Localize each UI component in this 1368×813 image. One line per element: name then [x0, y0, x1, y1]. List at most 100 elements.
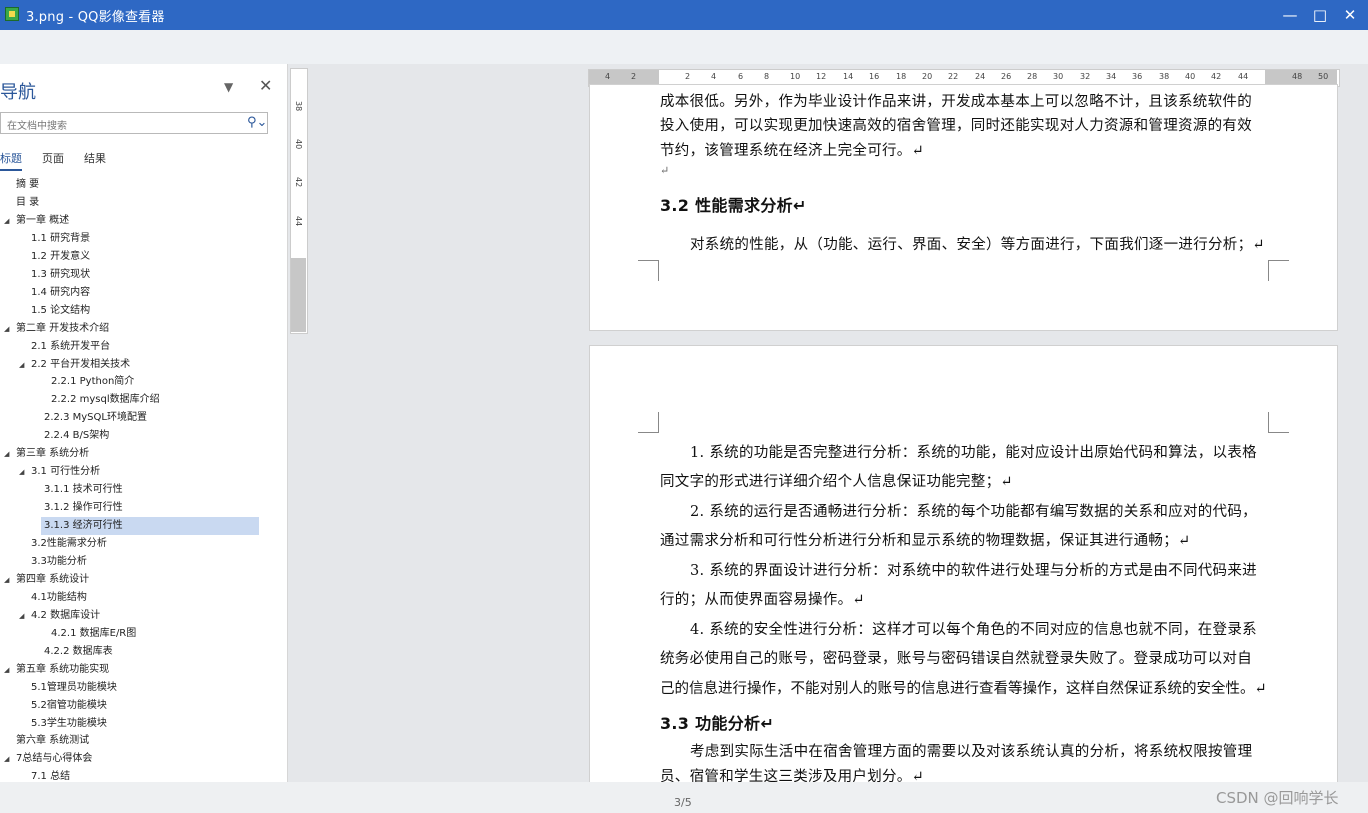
nav-heading-item[interactable]: 1.4 研究内容	[0, 284, 287, 302]
window-title: 3.png - QQ影像查看器	[26, 10, 165, 25]
doc-list-item: 通过需求分析和可行性分析进行分析和显示系统的物理数据，保证其进行通畅；↵	[660, 533, 1191, 549]
nav-heading-item[interactable]: ◢ 第四章 系统设计	[0, 571, 287, 589]
collapse-toggle-icon[interactable]: ◢	[4, 320, 9, 338]
search-placeholder: 在文档中搜索	[7, 121, 67, 132]
nav-heading-label: 第二章 开发技术介绍	[16, 322, 110, 334]
ruler-tick-label: 42	[1211, 72, 1222, 81]
nav-heading-item[interactable]: 1.3 研究现状	[0, 266, 287, 284]
nav-heading-label: 4.1功能结构	[31, 591, 87, 603]
nav-heading-label: 3.1.2 操作可行性	[44, 502, 123, 514]
ruler-tick-label: 44	[294, 216, 303, 227]
tab-pages[interactable]: 页面	[42, 150, 64, 166]
tab-results[interactable]: 结果	[84, 150, 106, 166]
nav-heading-item[interactable]: 3.2性能需求分析	[0, 535, 287, 553]
nav-heading-item[interactable]: ◢ 第三章 系统分析	[0, 445, 287, 463]
minimize-button[interactable]: —	[1278, 4, 1302, 26]
ruler-tick-label: 48	[1292, 72, 1303, 81]
nav-heading-label: 第一章 概述	[16, 214, 70, 226]
nav-heading-item[interactable]: 4.2.2 数据库表	[0, 643, 287, 661]
doc-paragraph-line: 对系统的性能，从（功能、运行、界面、安全）等方面进行，下面我们逐一进行分析；↵	[690, 237, 1265, 253]
collapse-toggle-icon[interactable]: ◢	[19, 356, 24, 374]
tab-headings[interactable]: 标题	[0, 150, 22, 171]
nav-heading-label: 3.1 可行性分析	[31, 466, 101, 478]
nav-close-icon[interactable]: ✕	[259, 76, 272, 95]
ruler-tick-label: 14	[843, 72, 854, 81]
ruler-tick-label: 2	[685, 72, 691, 81]
nav-heading-item[interactable]: 1.1 研究背景	[0, 230, 287, 248]
nav-heading-label: 7总结与心得体会	[16, 753, 93, 765]
ruler-tick-label: 18	[896, 72, 907, 81]
nav-heading-item[interactable]: 摘 要	[0, 176, 287, 194]
ruler-tick-label: 4	[711, 72, 717, 81]
nav-heading-label: 4.2.1 数据库E/R图	[51, 627, 137, 639]
doc-list-item: 行的；从而使界面容易操作。↵	[660, 592, 865, 608]
doc-list-item: 同文字的形式进行详细介绍个人信息保证功能完整；↵	[660, 474, 1013, 490]
ruler-tick-label: 12	[816, 72, 827, 81]
crop-mark	[1268, 412, 1289, 433]
nav-heading-item[interactable]: ◢ 4.2 数据库设计	[0, 607, 287, 625]
collapse-toggle-icon[interactable]: ◢	[19, 607, 24, 625]
nav-heading-item[interactable]: ◢ 第五章 系统功能实现	[0, 661, 287, 679]
doc-list-item: 2. 系统的运行是否通畅进行分析：系统的每个功能都有编写数据的关系和应对的代码，	[690, 504, 1257, 520]
nav-heading-label: 5.1管理员功能模块	[31, 681, 117, 693]
paragraph-mark: ↵	[660, 164, 670, 177]
nav-heading-label: 第四章 系统设计	[16, 573, 90, 585]
collapse-toggle-icon[interactable]: ◢	[4, 445, 9, 463]
nav-heading-item[interactable]: 2.2.4 B/S架构	[0, 427, 287, 445]
nav-heading-label: 3.1.1 技术可行性	[44, 484, 123, 496]
nav-heading-item[interactable]: 2.2.3 MySQL环境配置	[0, 409, 287, 427]
nav-heading-item[interactable]: ◢ 3.1 可行性分析	[0, 463, 287, 481]
doc-list-item: 1. 系统的功能是否完整进行分析：系统的功能，能对应设计出原始代码和算法，以表格	[690, 445, 1257, 461]
collapse-toggle-icon[interactable]: ◢	[4, 571, 9, 589]
nav-heading-item[interactable]: 1.2 开发意义	[0, 248, 287, 266]
nav-heading-item[interactable]: 3.1.1 技术可行性	[0, 481, 287, 499]
nav-heading-item[interactable]: 1.5 论文结构	[0, 302, 287, 320]
nav-heading-label: 第五章 系统功能实现	[16, 663, 110, 675]
nav-heading-label: 2.2.1 Python简介	[51, 376, 135, 388]
doc-paragraph-line: 成本很低。另外，作为毕业设计作品来讲，开发成本基本上可以忽略不计，且该系统软件的	[660, 94, 1252, 110]
ruler-tick-label: 36	[1132, 72, 1143, 81]
nav-heading-item[interactable]: 2.1 系统开发平台	[0, 338, 287, 356]
nav-heading-label: 2.2.3 MySQL环境配置	[44, 412, 147, 424]
nav-heading-label: 第三章 系统分析	[16, 448, 90, 460]
nav-heading-item[interactable]: 5.2宿管功能模块	[0, 697, 287, 715]
nav-heading-item[interactable]: 第六章 系统测试	[0, 732, 287, 750]
app-icon	[5, 7, 19, 21]
maximize-button[interactable]: □	[1308, 4, 1332, 26]
doc-paragraph-line: 投入使用，可以实现更加快速高效的宿舍管理，同时还能实现对人力资源和管理资源的有效	[660, 118, 1252, 134]
nav-heading-item[interactable]: 2.2.2 mysql数据库介绍	[0, 391, 287, 409]
nav-heading-item[interactable]: 5.3学生功能模块	[0, 715, 287, 733]
collapse-toggle-icon[interactable]: ◢	[4, 212, 9, 230]
ruler-tick-label: 10	[790, 72, 801, 81]
collapse-toggle-icon[interactable]: ◢	[19, 463, 24, 481]
nav-heading-label: 4.2 数据库设计	[31, 609, 101, 621]
ruler-tick-label: 40	[1185, 72, 1196, 81]
collapse-toggle-icon[interactable]: ◢	[4, 661, 9, 679]
nav-heading-item[interactable]: 4.2.1 数据库E/R图	[0, 625, 287, 643]
nav-heading-item[interactable]: 4.1功能结构	[0, 589, 287, 607]
collapse-toggle-icon[interactable]: ◢	[4, 750, 9, 768]
nav-heading-label: 目 录	[16, 196, 40, 208]
nav-heading-item[interactable]: ◢ 第二章 开发技术介绍	[0, 320, 287, 338]
nav-heading-item[interactable]: 2.2.1 Python简介	[0, 373, 287, 391]
nav-heading-item[interactable]: 3.3功能分析	[0, 553, 287, 571]
page-indicator: 3/5	[674, 796, 692, 809]
nav-heading-item[interactable]: ◢ 2.2 平台开发相关技术	[0, 356, 287, 374]
nav-heading-item[interactable]: 3.1.3 经济可行性	[0, 517, 287, 536]
doc-list-item: 3. 系统的界面设计进行分析：对系统中的软件进行处理与分析的方式是由不同代码来进	[690, 563, 1257, 579]
nav-heading-item[interactable]: 3.1.2 操作可行性	[0, 499, 287, 517]
nav-heading-item[interactable]: 目 录	[0, 194, 287, 212]
section-heading: 3.2 性能需求分析↵	[660, 196, 807, 215]
search-input[interactable]: 在文档中搜索 ⚲⌄	[0, 112, 268, 134]
nav-heading-item[interactable]: ◢ 7总结与心得体会	[0, 750, 287, 768]
nav-options-icon[interactable]: ▼	[224, 80, 233, 94]
navigation-pane: 导航 ▼ ✕ 在文档中搜索 ⚲⌄ 标题 页面 结果 摘 要目 录 ◢ 第一章 概述 1…	[0, 64, 288, 782]
ruler-tick-label: 34	[1106, 72, 1117, 81]
nav-heading-item[interactable]: ◢ 第一章 概述	[0, 212, 287, 230]
close-button[interactable]: ✕	[1338, 4, 1362, 26]
search-icon[interactable]: ⚲⌄	[247, 115, 267, 130]
ruler-tick-label: 44	[1238, 72, 1249, 81]
nav-heading-item[interactable]: 5.1管理员功能模块	[0, 679, 287, 697]
nav-heading-label: 2.2 平台开发相关技术	[31, 358, 131, 370]
title-bar: 3.png - QQ影像查看器 — □ ✕	[0, 0, 1368, 30]
